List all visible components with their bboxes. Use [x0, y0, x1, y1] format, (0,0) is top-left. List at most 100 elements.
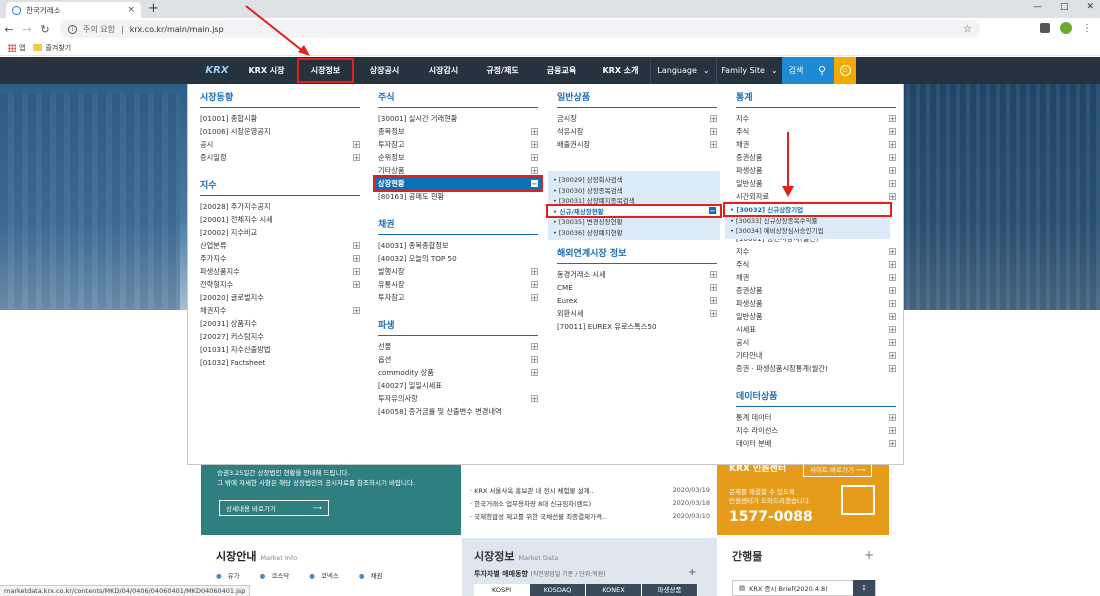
plus-icon[interactable]: + [531, 141, 538, 148]
gnb-about[interactable]: KRX 소개 [591, 57, 650, 84]
menu-item[interactable]: 외환시세 + [557, 307, 717, 320]
gnb-rules[interactable]: 규정/제도 [473, 57, 532, 84]
menu-item[interactable]: 유통시장 + [378, 278, 538, 291]
menu-item[interactable]: 종목정보 + [378, 125, 538, 138]
menu-item[interactable]: 투자참고 + [378, 138, 538, 151]
reload-icon[interactable]: ↻ [36, 23, 54, 36]
tab-kosdaq[interactable]: KOSDAQ [530, 584, 586, 596]
menu-item[interactable]: [01032] Factsheet [200, 356, 360, 369]
extension-icon[interactable] [1040, 23, 1050, 33]
menu-item[interactable]: 주식 + [736, 125, 896, 138]
plus-icon[interactable]: + [531, 167, 538, 174]
gnb-education[interactable]: 금융교육 [532, 57, 591, 84]
menu-item[interactable]: 일반상품 + [736, 310, 896, 323]
menu-item[interactable]: [20001] 전체지수 시세 [200, 213, 360, 226]
menu-item[interactable]: 옵션 + [378, 353, 538, 366]
search-icon[interactable]: ⚲ [810, 57, 834, 84]
plus-icon[interactable]: + [353, 242, 360, 249]
menu-item[interactable]: 동경거래소 시세 + [557, 268, 717, 281]
plus-icon[interactable]: + [353, 281, 360, 288]
menu-item[interactable]: 지수 + [736, 245, 896, 258]
menu-item[interactable]: 지수 + [736, 112, 896, 125]
plus-icon[interactable]: + [353, 154, 360, 161]
plus-icon[interactable]: + [889, 326, 896, 333]
market-konex-link[interactable]: 코넥스 [309, 570, 339, 580]
plus-icon[interactable]: + [710, 271, 717, 278]
plus-icon[interactable]: + [889, 339, 896, 346]
menu-item[interactable]: [01001] 종합시황 [200, 112, 360, 125]
menu-item[interactable]: [20031] 상품지수 [200, 317, 360, 330]
bookmark-star-icon[interactable]: ☆ [963, 24, 972, 35]
menu-item[interactable]: 산업분류 + [200, 239, 360, 252]
plus-icon[interactable]: + [353, 268, 360, 275]
menu-item[interactable]: [40031] 종목종합정보 [378, 239, 538, 252]
menu-item[interactable]: [20028] 주가지수공지 [200, 200, 360, 213]
plus-icon[interactable]: + [889, 154, 896, 161]
menu-item[interactable]: 증권상품 + [736, 284, 896, 297]
search-button[interactable]: 검색 [782, 57, 810, 84]
publication-item[interactable]: ▤ KRX 증시 Brief(2020.4.8) ↧ [732, 580, 876, 596]
minimize-icon[interactable]: — [1033, 2, 1042, 12]
minus-icon[interactable]: − [709, 207, 716, 215]
menu-item[interactable]: 채권지수 + [200, 304, 360, 317]
list-item[interactable]: · 국제청합성 제고를 위한 국채선물 최종결제가격.. 2020/03/10 [470, 509, 710, 522]
language-select[interactable]: Language ⌄ [650, 57, 716, 84]
plus-icon[interactable]: + [889, 427, 896, 434]
menu-item[interactable]: 일반상품 + [736, 177, 896, 190]
plus-icon[interactable]: + [889, 115, 896, 122]
menu-item[interactable]: Eurex + [557, 294, 717, 307]
plus-icon[interactable]: + [889, 248, 896, 255]
submenu-item[interactable]: • 신규/재상장현황 − [546, 203, 722, 218]
plus-icon[interactable]: + [889, 167, 896, 174]
menu-item[interactable]: [01006] 시장운영공지 [200, 125, 360, 138]
plus-icon[interactable]: + [710, 310, 717, 317]
window-close-icon[interactable]: ✕ [1086, 2, 1094, 12]
plus-icon[interactable]: + [889, 287, 896, 294]
download-icon[interactable]: ↧ [853, 580, 875, 596]
bookmark-favorites[interactable]: 즐겨찾기 [33, 43, 71, 53]
plus-icon[interactable]: + [710, 284, 717, 291]
menu-item[interactable]: 공시 + [200, 138, 360, 151]
submenu-item[interactable]: • [30031] 상장폐지종목검색 [548, 195, 720, 206]
menu-item[interactable]: 채권 + [736, 138, 896, 151]
menu-item[interactable]: 배출권시장 + [557, 138, 717, 151]
plus-icon[interactable]: + [531, 154, 538, 161]
menu-item[interactable]: 발행시장 + [378, 265, 538, 278]
menu-item[interactable]: [80163] 공매도 현황 [378, 190, 538, 203]
plus-icon[interactable]: + [889, 193, 896, 200]
menu-item[interactable]: 투자참고 + [378, 291, 538, 304]
submenu-item[interactable]: • [30034] 예비상장심사승인기업 [725, 225, 890, 236]
gnb-krx-market[interactable]: KRX 시장 [237, 57, 296, 84]
minus-icon[interactable]: − [531, 180, 538, 187]
list-item[interactable]: · 한국거래소 업무용차량 8대 신규임차(렌트) 2020/03/18 [470, 496, 710, 509]
forward-icon[interactable]: → [18, 23, 36, 36]
plus-icon[interactable]: + [353, 307, 360, 314]
plus-icon[interactable]: + [531, 128, 538, 135]
plus-icon[interactable]: + [531, 369, 538, 376]
menu-item[interactable]: 파생상품 + [736, 297, 896, 310]
plus-icon[interactable]: + [889, 414, 896, 421]
menu-item[interactable]: [20020] 글로벌지수 [200, 291, 360, 304]
plus-icon[interactable]: + [864, 548, 874, 562]
list-item[interactable]: · KRX 서울사옥 홍보관 내 전시 체험물 설계.. 2020/03/19 [470, 483, 710, 496]
bookmark-apps[interactable]: 앱 [8, 43, 25, 53]
menu-item[interactable]: 지수 라이선스 + [736, 424, 896, 437]
plus-icon[interactable]: + [710, 115, 717, 122]
submenu-item[interactable]: • [30033] 신규상장종목수익률 [725, 215, 890, 226]
plus-icon[interactable]: + [889, 300, 896, 307]
plus-icon[interactable]: + [710, 128, 717, 135]
new-tab-button[interactable]: + [148, 1, 159, 16]
menu-item[interactable]: 증권 · 파생상품시장통계(월간) + [736, 362, 896, 375]
menu-item[interactable]: commodity 상품 + [378, 366, 538, 379]
plus-icon[interactable]: + [531, 343, 538, 350]
tab-konex[interactable]: KONEX [586, 584, 642, 596]
menu-item[interactable]: 주식 + [736, 258, 896, 271]
submenu-item[interactable]: • [30036] 상장폐지현황 [548, 227, 720, 238]
submenu-item[interactable]: • [30032] 신규상장기업 [723, 202, 892, 217]
menu-item[interactable]: [40058] 증거금률 및 산출변수 변경내역 [378, 405, 538, 418]
plus-icon[interactable]: + [531, 294, 538, 301]
menu-item[interactable]: 데이터 분배 + [736, 437, 896, 450]
menu-kebab-icon[interactable]: ⋮ [1082, 23, 1092, 34]
submenu-item[interactable]: • [30029] 상장회사검색 [548, 174, 720, 185]
krx-logo[interactable]: KRX [197, 57, 237, 84]
